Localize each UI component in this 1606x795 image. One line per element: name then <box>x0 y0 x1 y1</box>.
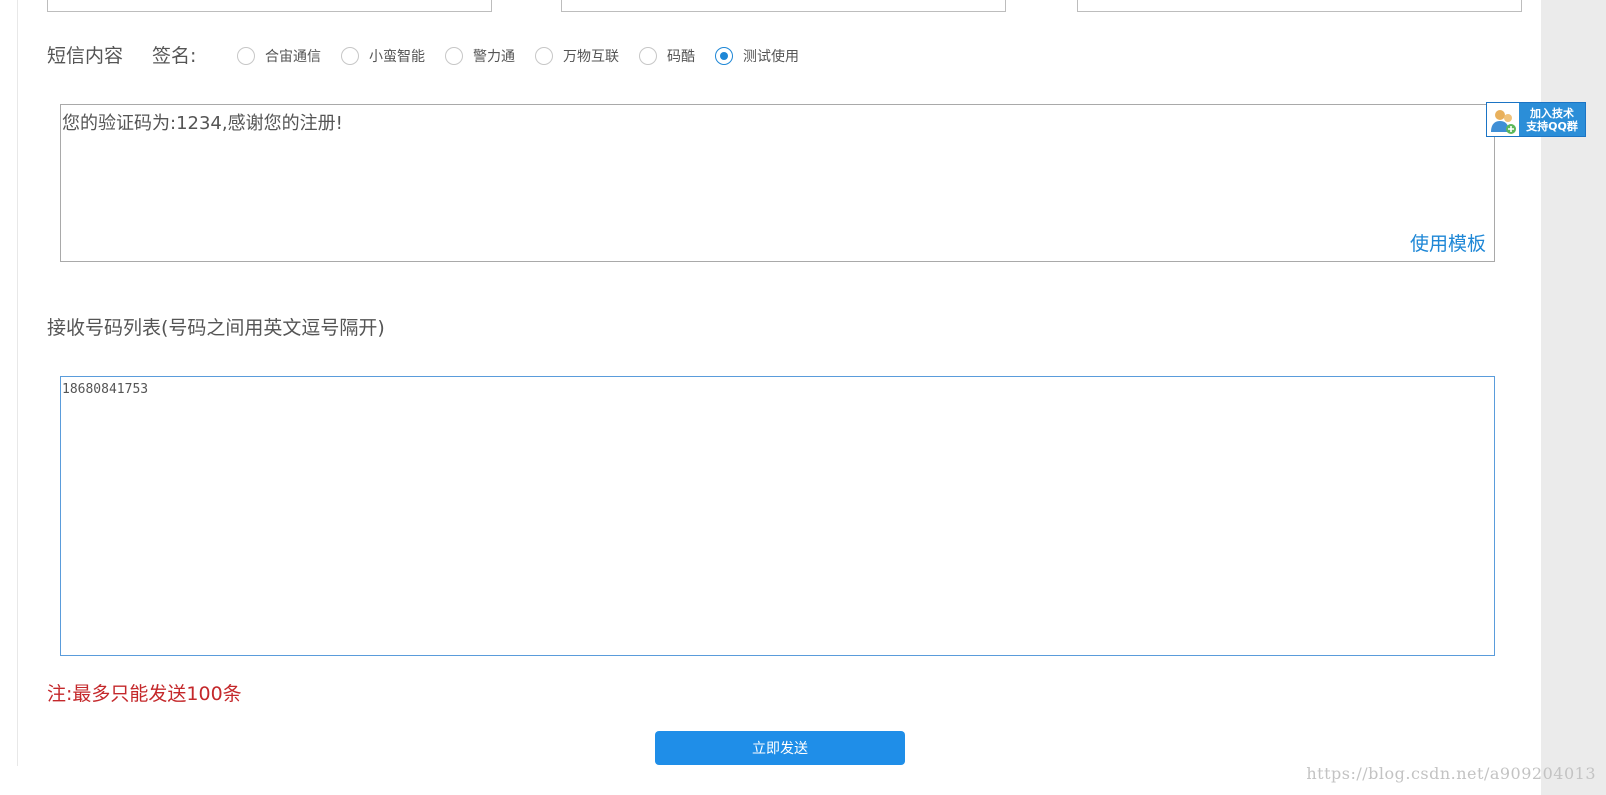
radio-checked-icon[interactable] <box>715 47 733 65</box>
radio-unchecked-icon[interactable] <box>639 47 657 65</box>
signature-option-jinglitong[interactable]: 警力通 <box>445 46 515 66</box>
sms-content-textarea[interactable]: 您的验证码为:1234,感谢您的注册! 使用模板 <box>60 104 1495 262</box>
use-template-link[interactable]: 使用模板 <box>1410 229 1486 256</box>
signature-option-label: 警力通 <box>473 49 515 65</box>
signature-option-hezhou[interactable]: 合宙通信 <box>237 46 321 66</box>
send-now-button[interactable]: 立即发送 <box>655 731 905 765</box>
radio-unchecked-icon[interactable] <box>535 47 553 65</box>
recipient-numbers-textarea[interactable]: 18680841753 <box>60 376 1495 656</box>
recipient-list-label: 接收号码列表(号码之间用英文逗号隔开) <box>47 317 385 339</box>
signature-option-label: 码酷 <box>667 49 695 65</box>
send-limit-note: 注:最多只能发送100条 <box>47 683 242 705</box>
radio-unchecked-icon[interactable] <box>237 47 255 65</box>
sms-content-label: 短信内容 <box>47 45 124 67</box>
qq-group-text: 加入技术 支持QQ群 <box>1526 106 1578 133</box>
blog-watermark: https://blog.csdn.net/a909204013 <box>1306 764 1596 783</box>
sms-content-text: 您的验证码为:1234,感谢您的注册! <box>62 113 343 134</box>
signature-option-ceshi[interactable]: 测试使用 <box>715 46 799 66</box>
qq-group-icon-box <box>1487 103 1519 136</box>
signature-option-xiaoman[interactable]: 小蛮智能 <box>341 46 425 66</box>
top-input-field-2[interactable] <box>561 0 1006 12</box>
signature-radio-group: 合宙通信 小蛮智能 警力通 万物互联 码酷 测试使用 <box>237 46 819 66</box>
signature-option-label: 小蛮智能 <box>369 49 425 65</box>
signature-label: 签名: <box>152 45 197 67</box>
join-qq-group-widget[interactable]: 加入技术 支持QQ群 <box>1486 102 1586 137</box>
sms-send-page: 短信内容 签名: 合宙通信 小蛮智能 警力通 万物互联 码酷 测试使用 您的验证… <box>0 0 1606 795</box>
top-input-field-3[interactable] <box>1077 0 1522 12</box>
signature-option-label: 合宙通信 <box>265 49 321 65</box>
signature-option-label: 万物互联 <box>563 49 619 65</box>
radio-unchecked-icon[interactable] <box>341 47 359 65</box>
signature-option-wanwu[interactable]: 万物互联 <box>535 46 619 66</box>
users-icon <box>1491 109 1516 134</box>
top-input-field-1[interactable] <box>47 0 492 12</box>
radio-unchecked-icon[interactable] <box>445 47 463 65</box>
signature-option-maku[interactable]: 码酷 <box>639 46 695 66</box>
content-left-border <box>17 0 18 766</box>
signature-option-label: 测试使用 <box>743 49 799 65</box>
